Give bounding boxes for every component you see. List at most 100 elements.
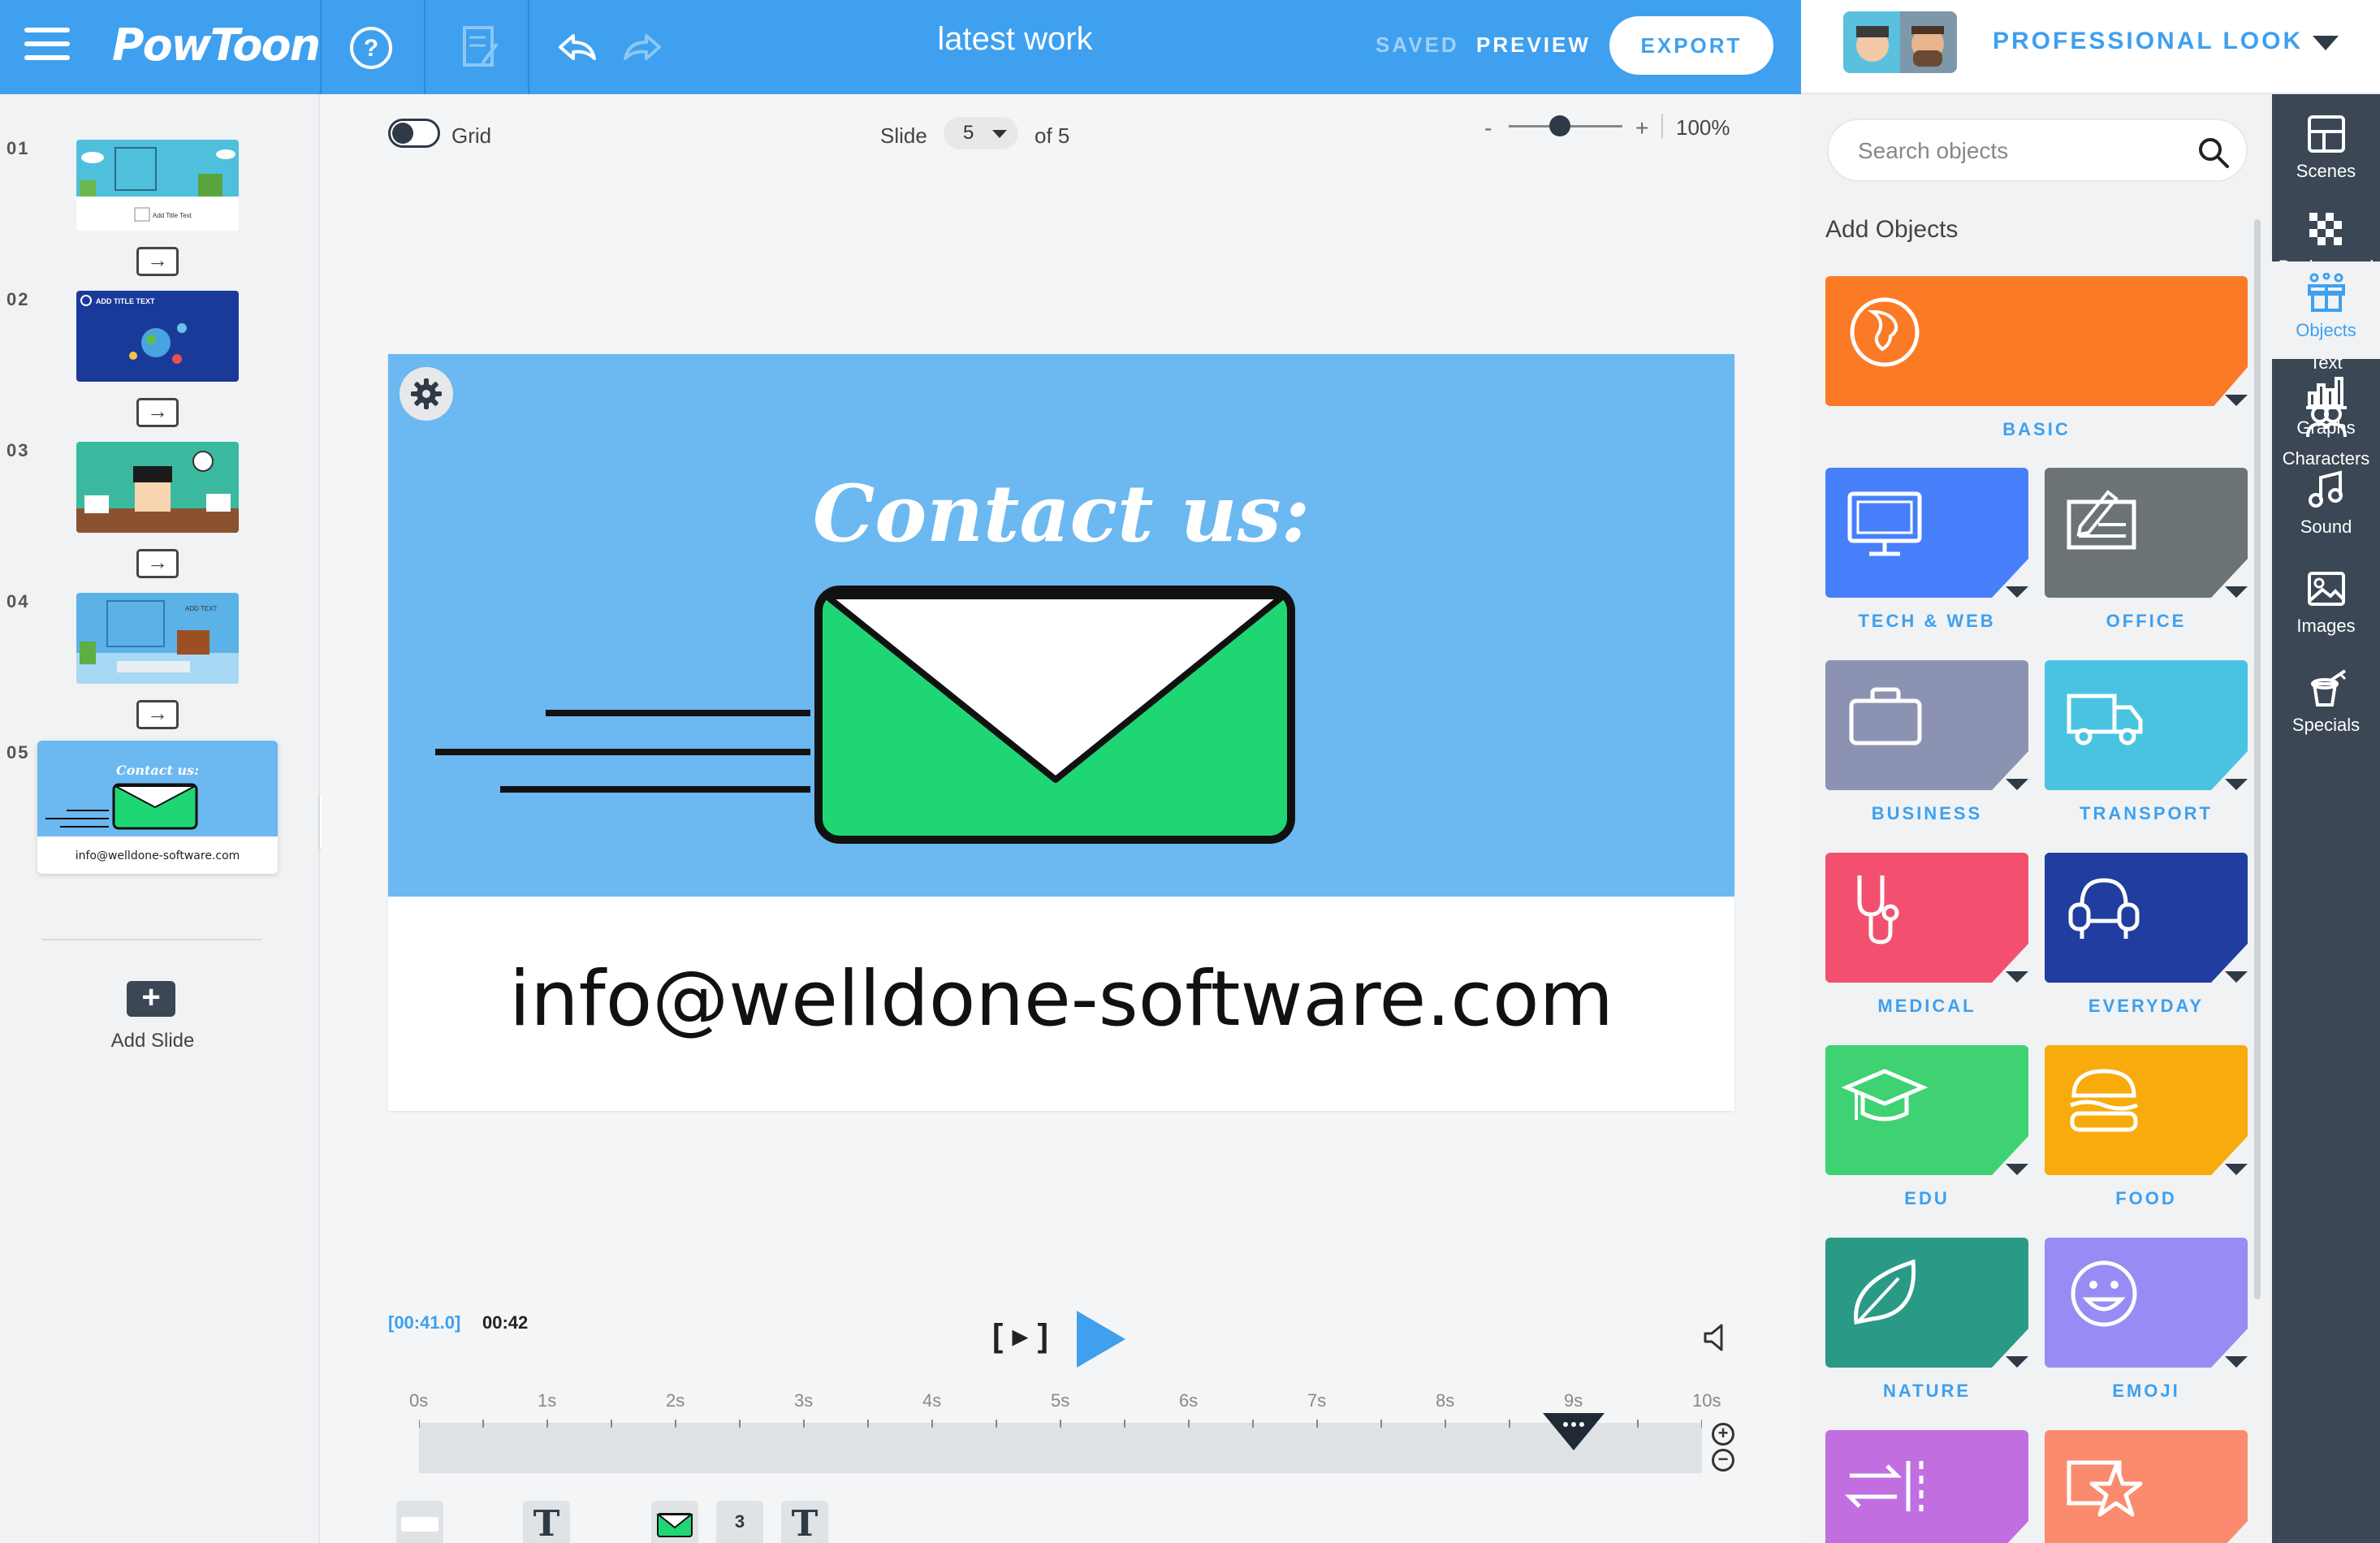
timeline-object-shape[interactable] bbox=[396, 1501, 443, 1543]
search-box[interactable] bbox=[1827, 119, 2248, 182]
category-label[interactable]: BASIC bbox=[1825, 419, 2248, 440]
menu-icon[interactable] bbox=[24, 28, 70, 67]
chevron-down-icon[interactable] bbox=[2006, 1356, 2028, 1368]
nav-item-graphs[interactable]: Graphs bbox=[2272, 359, 2380, 456]
category-label[interactable]: OFFICE bbox=[2045, 611, 2248, 632]
category-label[interactable]: TRANSPORT bbox=[2045, 803, 2248, 824]
slide-thumbnail-1[interactable]: Add Title Text bbox=[76, 140, 239, 231]
zoom-slider[interactable] bbox=[1549, 115, 1570, 136]
category-card-emoji[interactable] bbox=[2045, 1238, 2248, 1369]
category-label[interactable]: EDU bbox=[1825, 1188, 2028, 1209]
timeline-object-text[interactable]: T bbox=[781, 1501, 828, 1543]
slide-panel: 01 Add Title Text 02 ADD TITLE TEXT 03 bbox=[0, 94, 320, 1543]
search-icon[interactable] bbox=[2197, 136, 2230, 169]
nav-item-scenes[interactable]: Scenes bbox=[2272, 102, 2380, 200]
project-title[interactable]: latest work bbox=[853, 21, 1177, 58]
transition-button[interactable] bbox=[136, 549, 179, 578]
transition-button[interactable] bbox=[136, 700, 179, 729]
category-label[interactable]: FOOD bbox=[2045, 1188, 2248, 1209]
category-card-edu[interactable] bbox=[1825, 1045, 2028, 1177]
add-slide-label[interactable]: Add Slide bbox=[81, 1030, 224, 1052]
nav-label: Graphs bbox=[2296, 417, 2356, 438]
timeline-zoom-in-button[interactable]: + bbox=[1712, 1423, 1734, 1446]
category-card-everyday[interactable] bbox=[2045, 853, 2248, 984]
category-card-office[interactable] bbox=[2045, 468, 2248, 599]
export-button[interactable]: EXPORT bbox=[1609, 16, 1773, 75]
transition-button[interactable] bbox=[136, 247, 179, 276]
slide-select[interactable]: 5 bbox=[944, 117, 1018, 149]
category-label[interactable]: BUSINESS bbox=[1825, 803, 2028, 824]
chevron-down-icon[interactable] bbox=[2225, 779, 2248, 790]
category-card-more-11[interactable] bbox=[1825, 1430, 2028, 1543]
redo-icon[interactable] bbox=[614, 19, 671, 76]
category-card-basic[interactable] bbox=[1825, 276, 2248, 408]
category-card-medical[interactable] bbox=[1825, 853, 2028, 984]
undo-icon[interactable] bbox=[549, 19, 606, 76]
chevron-down-icon[interactable] bbox=[2225, 1164, 2248, 1175]
zoom-in-button[interactable]: + bbox=[1635, 115, 1648, 141]
scrollbar[interactable] bbox=[2254, 219, 2261, 1299]
category-label[interactable]: MEDICAL bbox=[1825, 996, 2028, 1017]
category-card-food[interactable] bbox=[2045, 1045, 2248, 1177]
volume-icon[interactable] bbox=[1702, 1322, 1731, 1353]
chevron-down-icon[interactable] bbox=[2225, 395, 2248, 406]
category-card-tech-web[interactable] bbox=[1825, 468, 2028, 599]
nav-item-specials[interactable]: Specials bbox=[2272, 656, 2380, 754]
chevron-down-icon[interactable] bbox=[2006, 971, 2028, 983]
timeline-object-envelope[interactable] bbox=[651, 1501, 698, 1543]
category-card-nature[interactable] bbox=[1825, 1238, 2028, 1369]
slide-thumbnail-2[interactable]: ADD TITLE TEXT bbox=[76, 291, 239, 382]
timeline-object-group[interactable]: 3 bbox=[716, 1501, 763, 1543]
add-slide-button[interactable]: + bbox=[127, 981, 175, 1017]
chevron-down-icon[interactable] bbox=[2313, 36, 2339, 50]
chevron-down-icon[interactable] bbox=[2006, 779, 2028, 790]
total-time: 00:42 bbox=[482, 1312, 529, 1333]
nav-item-sound[interactable]: Sound bbox=[2272, 458, 2380, 555]
slide-stage[interactable]: Contact us: info@welldone-software.com bbox=[388, 354, 1734, 1111]
timeline-track[interactable] bbox=[419, 1423, 1702, 1473]
category-card-business[interactable] bbox=[1825, 660, 2028, 792]
category-card-transport[interactable] bbox=[2045, 660, 2248, 792]
grid-toggle[interactable] bbox=[388, 119, 440, 148]
chevron-down-icon[interactable] bbox=[2225, 586, 2248, 598]
chevron-down-icon[interactable] bbox=[2006, 586, 2028, 598]
category-label[interactable]: EMOJI bbox=[2045, 1381, 2248, 1402]
chevron-down-icon[interactable] bbox=[2006, 1164, 2028, 1175]
zoom-out-button[interactable]: - bbox=[1484, 115, 1492, 141]
help-icon[interactable]: ? bbox=[343, 19, 400, 76]
nav-item-images[interactable]: Images bbox=[2272, 557, 2380, 655]
timeline-tick-label: 2s bbox=[666, 1390, 685, 1411]
slide-thumbnail-5[interactable]: Contact us: info@welldone-software.com bbox=[37, 741, 278, 874]
slide-thumbnail-4[interactable]: ADD TEXT bbox=[76, 593, 239, 684]
notes-icon[interactable] bbox=[451, 19, 508, 76]
playhead[interactable] bbox=[1543, 1413, 1605, 1450]
search-input[interactable] bbox=[1858, 135, 2175, 167]
slide-number: 05 bbox=[6, 742, 30, 763]
saved-status: SAVED bbox=[1376, 32, 1459, 57]
powtoon-logo: PowToon bbox=[112, 19, 321, 71]
timeline-object-text[interactable]: T bbox=[523, 1501, 570, 1543]
nav-label: Sound bbox=[2300, 516, 2352, 537]
category-label[interactable]: EVERYDAY bbox=[2045, 996, 2248, 1017]
document-pen-icon bbox=[2067, 490, 2136, 550]
category-card-more-12[interactable] bbox=[2045, 1430, 2248, 1543]
category-label[interactable]: NATURE bbox=[1825, 1381, 2028, 1402]
play-slide-button[interactable]: [ ▸ ] bbox=[992, 1317, 1052, 1358]
background-icon bbox=[2309, 213, 2342, 245]
slide-number: 03 bbox=[6, 440, 30, 460]
slide-thumb-text: Add Title Text bbox=[153, 212, 192, 219]
preview-button[interactable]: PREVIEW bbox=[1476, 32, 1591, 58]
transition-button[interactable] bbox=[136, 398, 179, 427]
style-label: PROFESSIONAL LOOK bbox=[1993, 28, 2304, 54]
envelope-icon[interactable] bbox=[388, 354, 1734, 897]
chevron-down-icon[interactable] bbox=[2225, 1356, 2248, 1368]
nav-label: Specials bbox=[2291, 715, 2361, 735]
timeline-tick-label: 5s bbox=[1051, 1390, 1070, 1411]
style-selector[interactable]: PROFESSIONAL LOOK bbox=[1801, 0, 2380, 94]
slide-thumbnail-3[interactable] bbox=[76, 442, 239, 533]
timeline-zoom-out-button[interactable]: − bbox=[1712, 1449, 1734, 1472]
play-icon[interactable] bbox=[1077, 1311, 1125, 1368]
category-label[interactable]: TECH & WEB bbox=[1825, 611, 2028, 632]
nav-item-objects[interactable]: Objects bbox=[2272, 261, 2380, 359]
chevron-down-icon[interactable] bbox=[2225, 971, 2248, 983]
